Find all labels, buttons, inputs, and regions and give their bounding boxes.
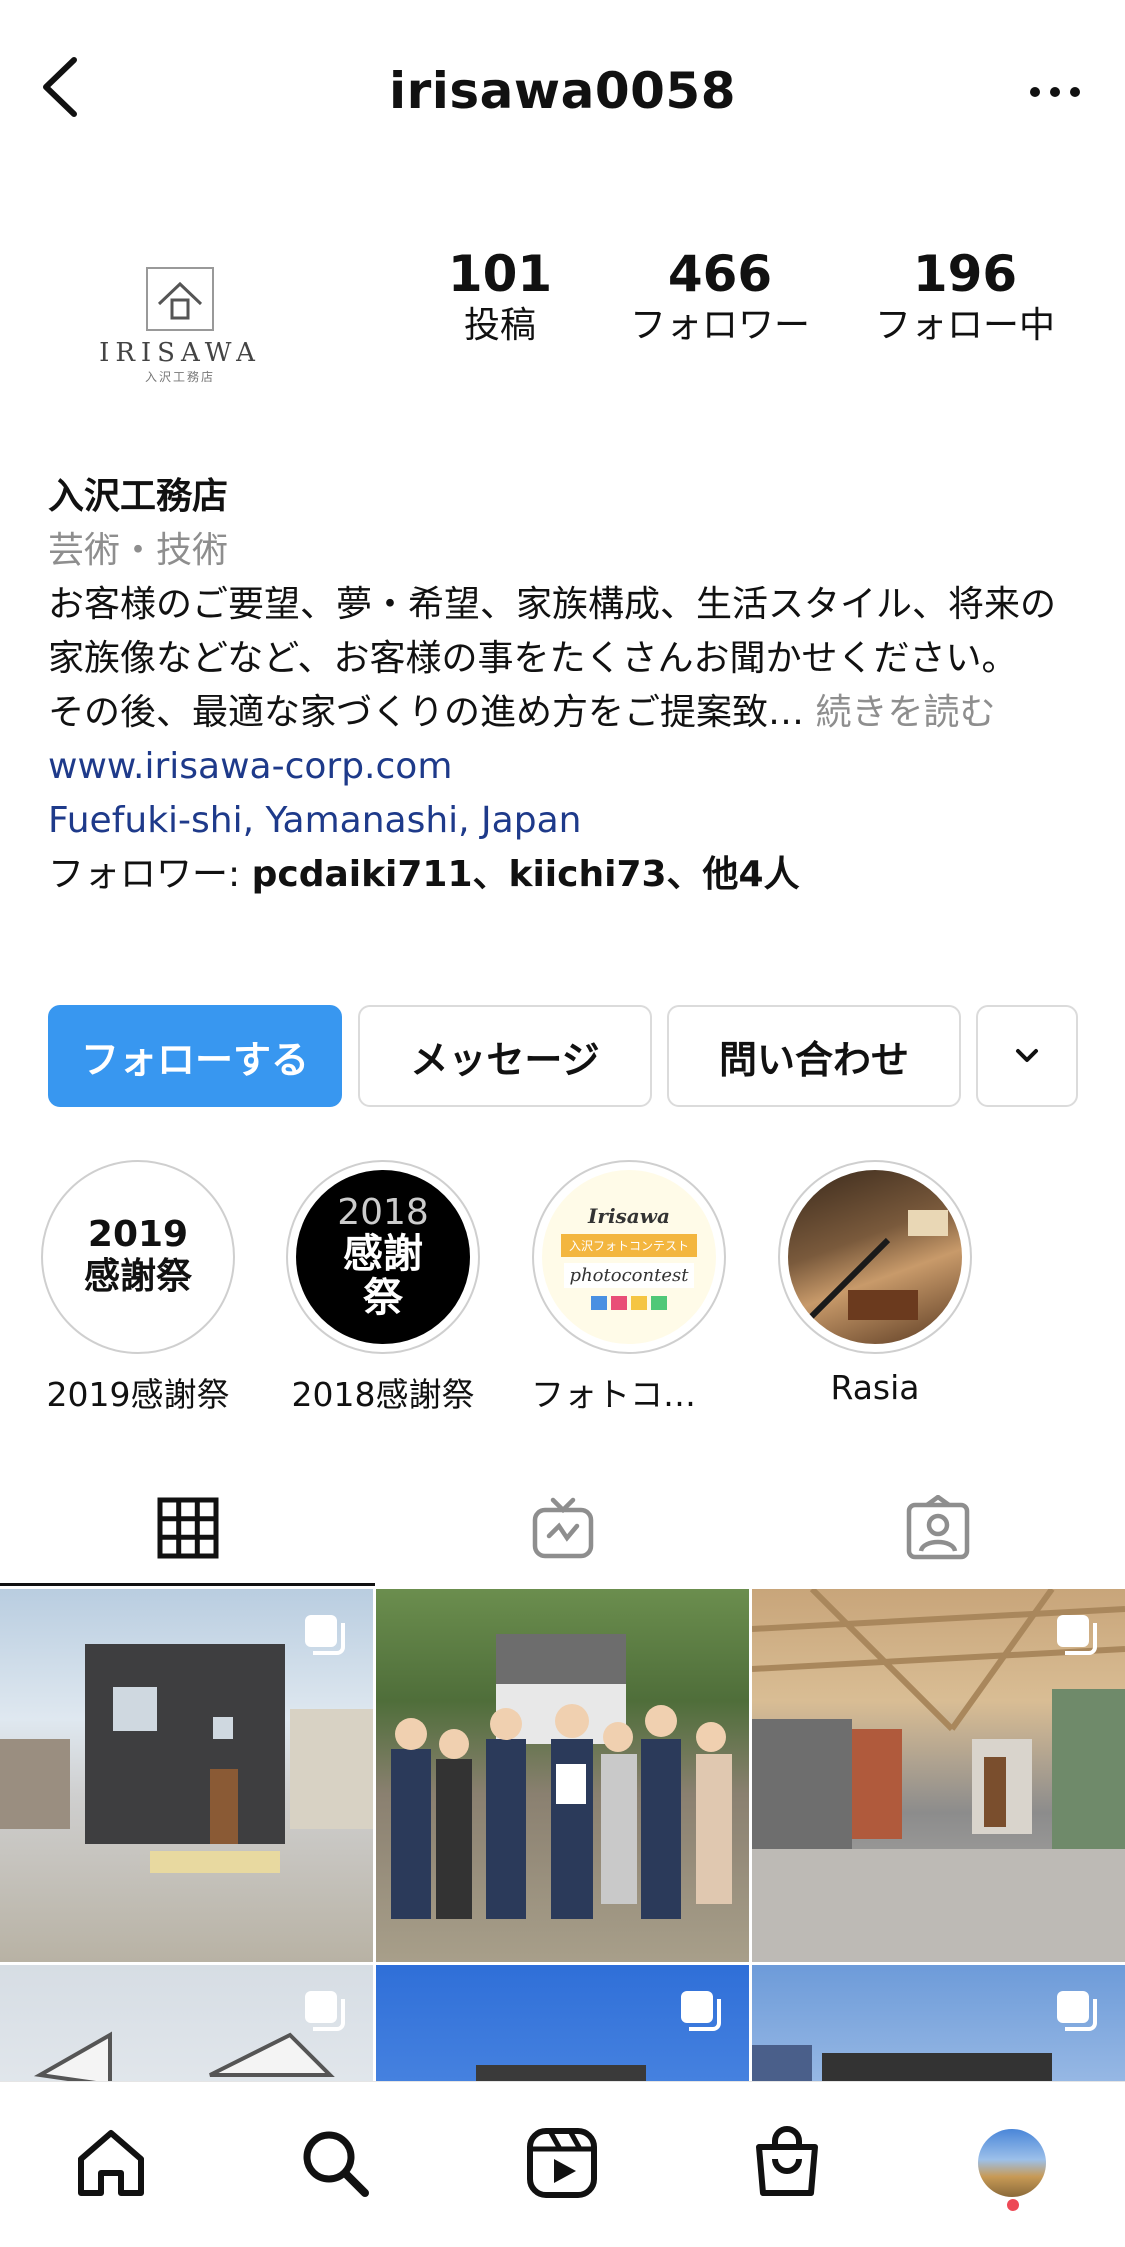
highlight-photo-contest[interactable]: Irisawa 入沢フォトコンテスト photocontest フォトコンテ… (531, 1160, 727, 1416)
message-button[interactable]: メッセージ (358, 1005, 652, 1107)
post-thumbnail[interactable] (376, 1965, 749, 2081)
profile-username: irisawa0058 (388, 62, 737, 120)
profile-avatar-thumbnail (978, 2129, 1046, 2197)
house-logo-icon (146, 266, 214, 331)
bio-text: お客様のご要望、夢・希望、家族構成、生活スタイル、将来の家族像などなど、お客様の… (48, 584, 1057, 679)
highlight-ring: 2018 感謝 祭 (286, 1160, 480, 1354)
highlight-2018[interactable]: 2018 感謝 祭 2018感謝祭 (285, 1160, 481, 1416)
tab-igtv[interactable] (375, 1470, 750, 1586)
profile-display-name: 入沢工務店 (48, 476, 229, 517)
profile-tabs (0, 1470, 1125, 1586)
highlight-label: 2019感謝祭 (46, 1375, 230, 1414)
highlight-cover: Irisawa 入沢フォトコンテスト photocontest (542, 1170, 716, 1344)
bottom-navigation (0, 2081, 1125, 2247)
highlight-cover: 2019 感謝祭 (51, 1170, 225, 1344)
multiple-posts-icon (1055, 1613, 1099, 1657)
cover-text: 感謝祭 (83, 1256, 192, 1297)
contact-button[interactable]: 問い合わせ (667, 1005, 961, 1107)
profile-category: 芸術・技術 (48, 530, 229, 571)
top-bar: irisawa0058 (0, 0, 1125, 180)
nav-reels[interactable] (517, 2118, 607, 2208)
post-thumbnail[interactable] (376, 1589, 749, 1962)
profile-actions: フォローする メッセージ 問い合わせ (48, 1005, 1078, 1109)
multiple-posts-icon (679, 1989, 723, 2033)
profile-avatar[interactable]: IRISAWA 入沢工務店 (60, 205, 300, 445)
notification-dot (1007, 2199, 1019, 2211)
cover-text: 入沢フォトコンテスト (560, 1234, 697, 1257)
post-thumbnail[interactable] (0, 1589, 373, 1962)
read-more-link[interactable]: 続きを読む (815, 692, 995, 733)
igtv-icon (532, 1497, 593, 1559)
highlight-cover-photo (788, 1170, 962, 1344)
followers-count: 466 (667, 245, 773, 303)
followed-by[interactable]: フォロワー: pcdaiki711、kiichi73、他4人 (48, 848, 1088, 902)
nav-search[interactable] (290, 2118, 380, 2208)
cover-text: 2019 (87, 1214, 189, 1255)
bio-text-truncated: その後、最適な家づくりの進め方をご提案致… (48, 692, 805, 733)
chevron-down-icon (1016, 1049, 1038, 1062)
highlight-label: 2018感謝祭 (291, 1375, 475, 1414)
following-count: 196 (912, 245, 1018, 303)
grid-icon (157, 1497, 218, 1559)
highlight-2019[interactable]: 2019 感謝祭 2019感謝祭 (40, 1160, 236, 1416)
highlight-ring: 2019 感謝祭 (41, 1160, 235, 1354)
more-options-icon[interactable] (1025, 70, 1085, 110)
posts-count: 101 (447, 245, 553, 303)
profile-bio: 入沢工務店 芸術・技術 お客様のご要望、夢・希望、家族構成、生活スタイル、将来の… (48, 470, 1088, 902)
following-label: フォロー中 (874, 305, 1055, 346)
bio-text-continued: その後、最適な家づくりの進め方をご提案致… 続きを読む (48, 686, 1088, 740)
home-icon (78, 2130, 144, 2196)
logo-subtext: 入沢工務店 (144, 369, 215, 384)
highlight-cover: 2018 感謝 祭 (296, 1170, 470, 1344)
highlight-label: Rasia (830, 1368, 920, 1407)
highlight-ring (778, 1160, 972, 1354)
reels-icon (527, 2128, 597, 2198)
cover-text: 祭 (363, 1275, 403, 1321)
followers-stat[interactable]: 466 フォロワー (610, 245, 830, 349)
website-link[interactable]: www.irisawa-corp.com (48, 740, 1088, 794)
post-thumbnail[interactable] (0, 1965, 373, 2081)
location-link[interactable]: Fuefuki-shi, Yamanashi, Japan (48, 794, 1088, 848)
multiple-posts-icon (303, 1613, 347, 1657)
highlight-rasia[interactable]: Rasia (777, 1160, 973, 1407)
posts-stat[interactable]: 101 投稿 (420, 245, 580, 349)
cover-text: 2018 (337, 1192, 429, 1233)
cover-text: 感謝 (343, 1231, 423, 1277)
bunting-decoration (591, 1296, 667, 1310)
post-thumbnail[interactable] (752, 1589, 1125, 1962)
shopping-bag-icon (756, 2126, 818, 2196)
profile-stats: 101 投稿 466 フォロワー 196 フォロー中 (400, 245, 1080, 365)
tab-posts-grid[interactable] (0, 1470, 375, 1586)
followed-by-prefix: フォロワー: (48, 854, 252, 895)
nav-shop[interactable] (742, 2118, 832, 2208)
search-icon (303, 2131, 369, 2197)
followed-by-names: pcdaiki711、kiichi73、他4人 (251, 854, 800, 895)
suggested-dropdown-button[interactable] (976, 1005, 1078, 1107)
logo-text: IRISAWA (99, 337, 261, 368)
follow-button[interactable]: フォローする (48, 1005, 342, 1107)
followers-label: フォロワー (629, 305, 810, 346)
post-thumbnail[interactable] (752, 1965, 1125, 2081)
posts-grid (0, 1589, 1125, 2081)
nav-home[interactable] (66, 2118, 156, 2208)
highlight-ring: Irisawa 入沢フォトコンテスト photocontest (532, 1160, 726, 1354)
posts-label: 投稿 (463, 305, 536, 346)
tab-tagged[interactable] (750, 1470, 1125, 1586)
tagged-person-icon (906, 1495, 969, 1560)
multiple-posts-icon (1055, 1989, 1099, 2033)
nav-profile[interactable] (967, 2118, 1057, 2208)
story-highlights: 2019 感謝祭 2019感謝祭 2018 感謝 祭 2018感謝祭 Irisa… (0, 1160, 1125, 1420)
cover-text: photocontest (563, 1263, 695, 1288)
multiple-posts-icon (303, 1989, 347, 2033)
cover-text: Irisawa (588, 1204, 670, 1228)
following-stat[interactable]: 196 フォロー中 (855, 245, 1075, 349)
highlight-label: フォトコンテ… (531, 1375, 727, 1414)
